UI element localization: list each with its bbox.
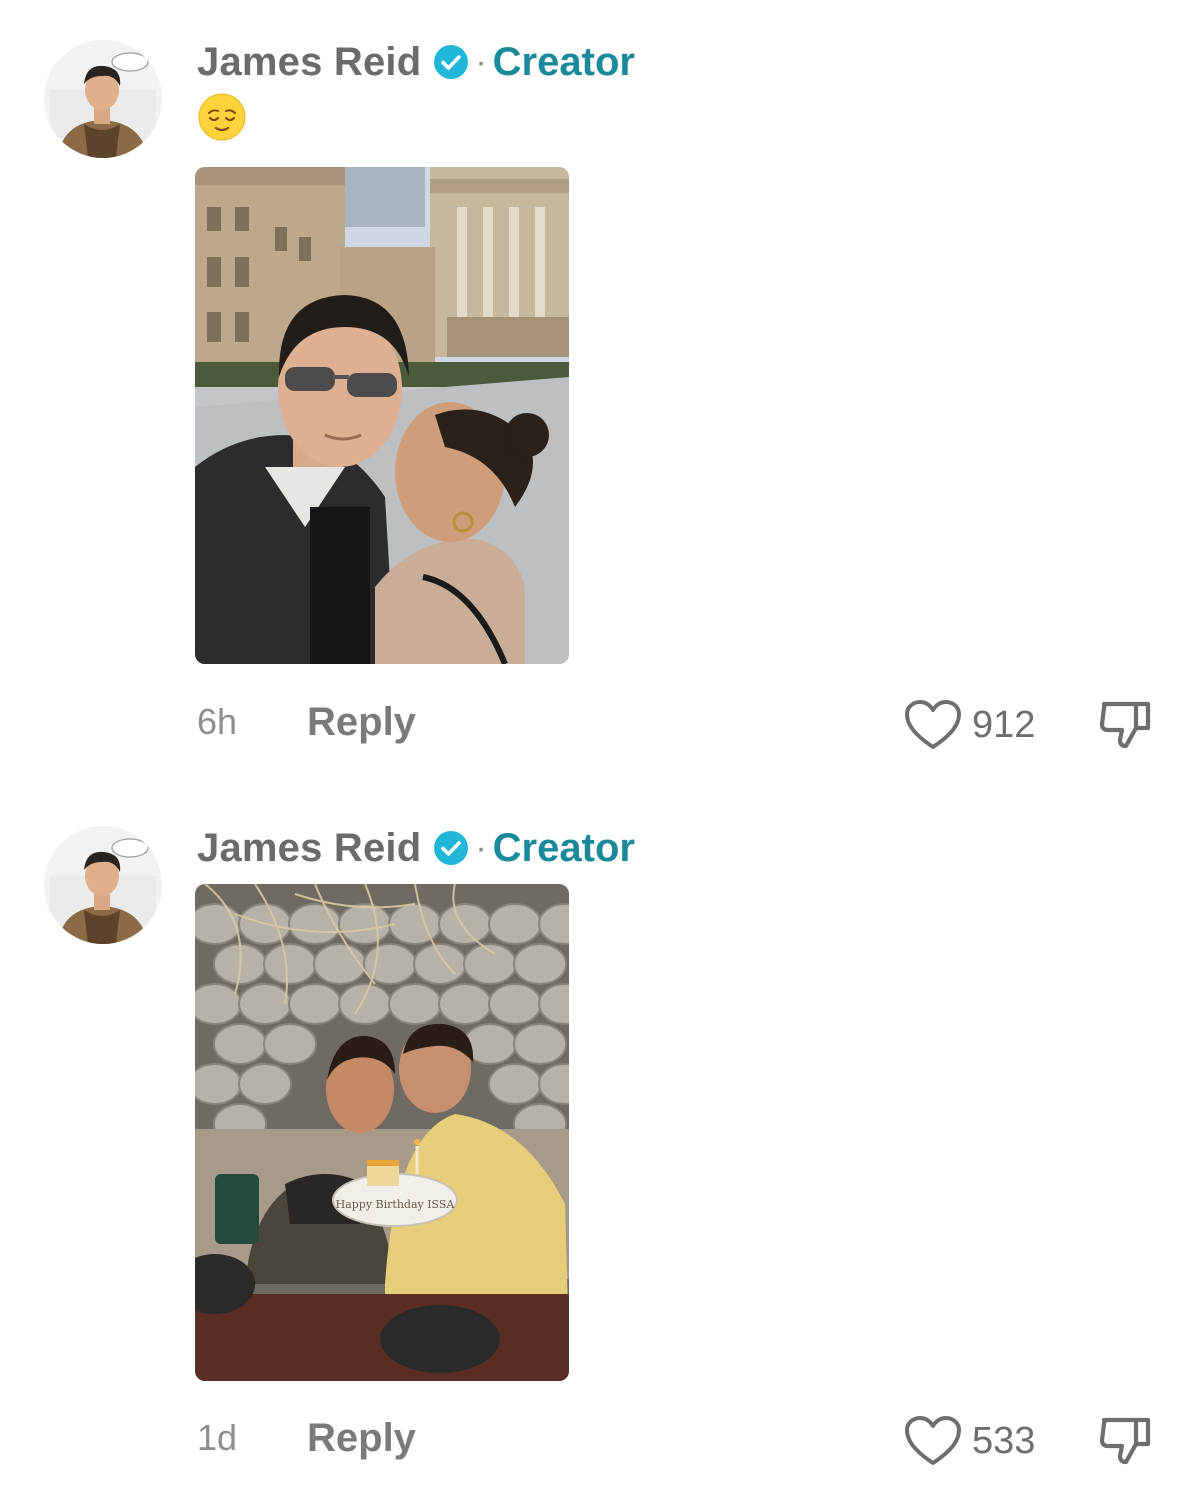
creator-badge: Creator (492, 825, 635, 870)
avatar[interactable] (44, 826, 162, 944)
verified-badge-icon (433, 44, 469, 80)
timestamp: 1d (197, 1417, 238, 1458)
username[interactable]: James Reid (197, 40, 421, 85)
thumbs-down-icon (1099, 1417, 1151, 1465)
plate-writing: Happy Birthday ISSA (336, 1198, 456, 1211)
relieved-face-emoji-icon (197, 92, 247, 142)
comment-header: James Reid · Creator (197, 818, 635, 878)
comment-photo[interactable] (195, 167, 569, 664)
dislike-button[interactable] (1098, 1412, 1154, 1468)
reply-button[interactable]: Reply (307, 700, 416, 745)
comment-actions: 6h Reply (197, 694, 416, 750)
creator-badge: Creator (492, 39, 635, 84)
avatar[interactable] (44, 40, 162, 158)
like-button[interactable]: 912 (904, 697, 1035, 753)
username[interactable]: James Reid (197, 826, 421, 871)
comment-header: James Reid · Creator (197, 32, 635, 92)
heart-icon (905, 700, 961, 749)
separator-dot: · (475, 828, 487, 867)
comment-photo[interactable]: Happy Birthday ISSA (195, 884, 569, 1381)
thumbs-down-icon (1099, 701, 1151, 749)
timestamp: 6h (197, 701, 238, 742)
like-button[interactable]: 533 (904, 1413, 1035, 1469)
verified-badge-icon (433, 830, 469, 866)
heart-icon (905, 1416, 961, 1465)
like-count: 533 (972, 1419, 1036, 1462)
separator-dot: · (475, 42, 487, 81)
dislike-button[interactable] (1098, 696, 1154, 752)
comment-actions: 1d Reply (197, 1410, 416, 1466)
reply-button[interactable]: Reply (307, 1416, 416, 1461)
like-count: 912 (972, 703, 1036, 746)
